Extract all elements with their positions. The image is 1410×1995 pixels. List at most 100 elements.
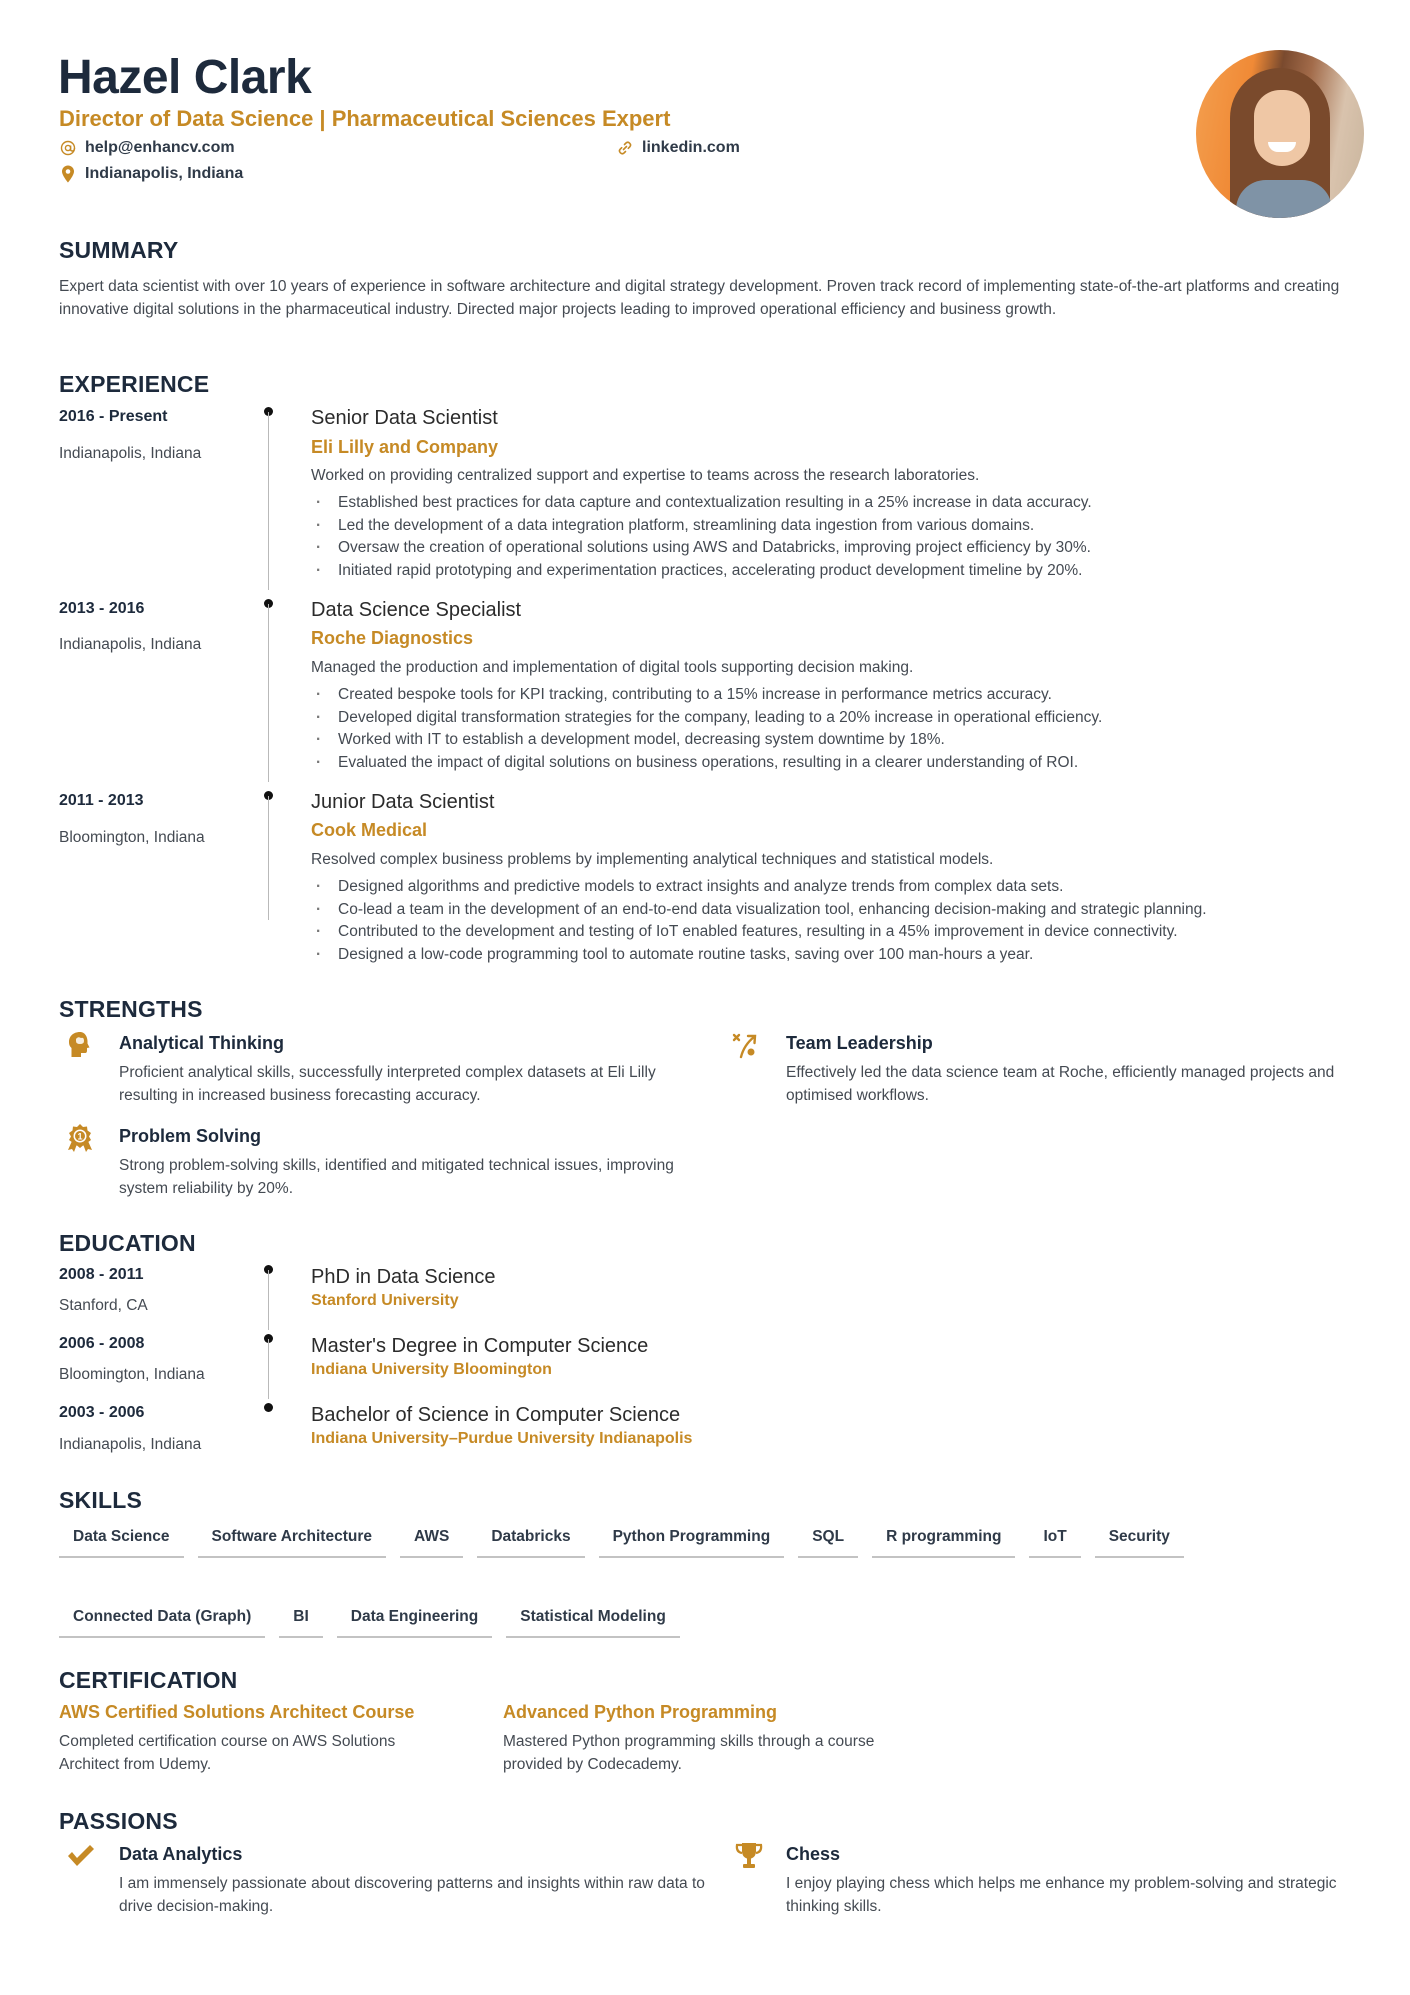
bullet-item: Led the development of a data integratio… [311,515,1361,538]
education-location: Indianapolis, Indiana [59,1436,202,1453]
strength-title: Problem Solving [119,1126,262,1146]
skill-tag: Databricks [477,1522,585,1558]
location-text: Indianapolis, Indiana [85,165,244,182]
experience-location: Indianapolis, Indiana [59,636,202,653]
timeline-line [268,1270,269,1330]
job-role: Junior Data Scientist [311,791,495,813]
award-ribbon-icon: 1 [67,1123,93,1152]
job-description: Managed the production and implementatio… [311,659,914,676]
candidate-title: Director of Data Science | Pharmaceutica… [59,106,671,131]
bullet-item: Co-lead a team in the development of an … [311,899,1361,922]
strength-description: Strong problem-solving skills, identifie… [119,1157,674,1197]
skills-heading: SKILLS [59,1487,142,1513]
experience-dates: 2016 - Present [59,408,168,425]
job-description: Worked on providing centralized support … [311,467,980,484]
education-dates: 2003 - 2006 [59,1404,145,1421]
bullet-item: Designed a low-code programming tool to … [311,944,1361,967]
job-bullets: Designed algorithms and predictive model… [311,876,1361,966]
skill-tag: SQL [798,1522,859,1558]
education-location: Bloomington, Indiana [59,1366,205,1383]
passion-description: I enjoy playing chess which helps me enh… [786,1875,1337,1915]
bullet-item: Established best practices for data capt… [311,492,1361,515]
link-text[interactable]: linkedin.com [642,137,740,159]
bullet-item: Oversaw the creation of operational solu… [311,537,1361,560]
strategy-play-icon [732,1031,758,1059]
degree-name: Bachelor of Science in Computer Science [311,1404,681,1426]
bullet-item: Designed algorithms and predictive model… [311,876,1361,899]
passion-title: Data Analytics [119,1844,243,1864]
strength-description: Effectively led the data science team at… [786,1064,1335,1104]
summary-text: Expert data scientist with over 10 years… [59,278,1340,318]
at-icon [59,140,77,156]
job-bullets: Established best practices for data capt… [311,492,1361,582]
link-icon [616,140,634,156]
passion-description: I am immensely passionate about discover… [119,1875,705,1915]
profile-photo [1196,50,1364,218]
experience-location: Indianapolis, Indiana [59,445,202,462]
skill-tag: Connected Data (Graph) [59,1602,266,1638]
brain-head-icon [67,1031,93,1059]
company-name: Roche Diagnostics [311,628,474,648]
company-name: Eli Lilly and Company [311,437,499,457]
passion-title: Chess [786,1844,841,1864]
skill-tag: Data Engineering [336,1602,493,1638]
job-role: Data Science Specialist [311,599,522,621]
certification-title: Advanced Python Programming [503,1702,778,1722]
experience-dates: 2013 - 2016 [59,600,145,617]
skills-list: Data Science Software Architecture AWS D… [59,1522,1259,1638]
degree-name: PhD in Data Science [311,1266,496,1288]
skill-tag: Statistical Modeling [506,1602,680,1638]
education-dates: 2008 - 2011 [59,1266,144,1283]
strength-title: Analytical Thinking [119,1033,285,1053]
bullet-item: Initiated rapid prototyping and experime… [311,560,1361,583]
checkmark-icon [66,1843,96,1871]
job-bullets: Created bespoke tools for KPI tracking, … [311,684,1361,774]
company-name: Cook Medical [311,820,428,840]
job-role: Senior Data Scientist [311,407,498,429]
bullet-item: Created bespoke tools for KPI tracking, … [311,684,1361,707]
contact-email[interactable]: help@enhancv.com [59,137,235,159]
school-name: Indiana University–Purdue University Ind… [311,1430,693,1447]
education-dates: 2006 - 2008 [59,1335,145,1352]
bullet-item: Worked with IT to establish a developmen… [311,729,1361,752]
strength-title: Team Leadership [786,1033,933,1053]
experience-dates: 2011 - 2013 [59,792,144,809]
summary-heading: SUMMARY [59,237,179,263]
skill-tag: IoT [1029,1522,1081,1558]
certification-description: Completed certification course on AWS So… [59,1733,396,1773]
contact-location: Indianapolis, Indiana [59,163,243,185]
job-description: Resolved complex business problems by im… [311,851,994,868]
skill-tag: Software Architecture [197,1522,386,1558]
contact-link[interactable]: linkedin.com [616,137,740,159]
skill-tag: AWS [400,1522,464,1558]
certification-title: AWS Certified Solutions Architect Course [59,1702,415,1722]
skill-tag: Python Programming [598,1522,785,1558]
passions-heading: PASSIONS [59,1808,178,1834]
map-pin-icon [59,165,77,183]
education-heading: EDUCATION [59,1230,196,1256]
svg-text:1: 1 [77,1132,82,1142]
skill-tag: R programming [872,1522,1016,1558]
trophy-icon [734,1842,764,1870]
timeline-line [268,412,269,590]
certification-heading: CERTIFICATION [59,1667,238,1693]
timeline-line [268,604,269,782]
bullet-item: Evaluated the impact of digital solution… [311,752,1361,775]
experience-heading: EXPERIENCE [59,371,210,397]
school-name: Indiana University Bloomington [311,1361,552,1378]
timeline-line [268,1339,269,1399]
school-name: Stanford University [311,1292,459,1309]
skill-tag: Security [1094,1522,1184,1558]
timeline-dot [264,1403,273,1412]
skill-tag: BI [279,1602,323,1638]
strength-description: Proficient analytical skills, successful… [119,1064,656,1104]
experience-location: Bloomington, Indiana [59,829,205,846]
certification-description: Mastered Python programming skills throu… [503,1733,875,1773]
education-location: Stanford, CA [59,1297,148,1314]
strengths-heading: STRENGTHS [59,996,203,1022]
bullet-item: Developed digital transformation strateg… [311,707,1361,730]
degree-name: Master's Degree in Computer Science [311,1335,649,1357]
timeline-line [268,796,269,920]
email-text[interactable]: help@enhancv.com [85,137,235,159]
bullet-item: Contributed to the development and testi… [311,921,1361,944]
